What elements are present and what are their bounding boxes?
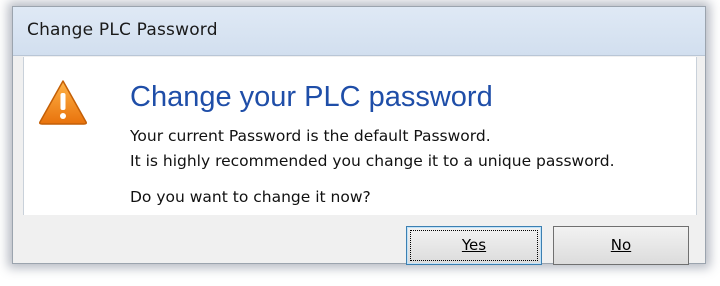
no-button-label: No [610,236,632,254]
change-password-dialog: Change PLC Password Change your PLC pass… [12,6,706,265]
dialog-title: Change PLC Password [27,20,218,40]
focus-rectangle [410,230,538,261]
yes-button[interactable]: Yes [406,226,542,265]
no-button[interactable]: No [553,226,689,265]
message-line-2: It is highly recommended you change it t… [130,152,615,170]
message-line-1: Your current Password is the default Pas… [130,127,491,145]
button-bar: Yes No [13,215,705,265]
warning-icon [39,80,87,125]
dialog-content: Change your PLC password Your current Pa… [23,57,697,215]
message-heading: Change your PLC password [130,81,493,113]
title-bar[interactable]: Change PLC Password [13,7,705,56]
message-question: Do you want to change it now? [130,188,371,206]
screen: Change PLC Password Change your PLC pass… [0,0,720,286]
